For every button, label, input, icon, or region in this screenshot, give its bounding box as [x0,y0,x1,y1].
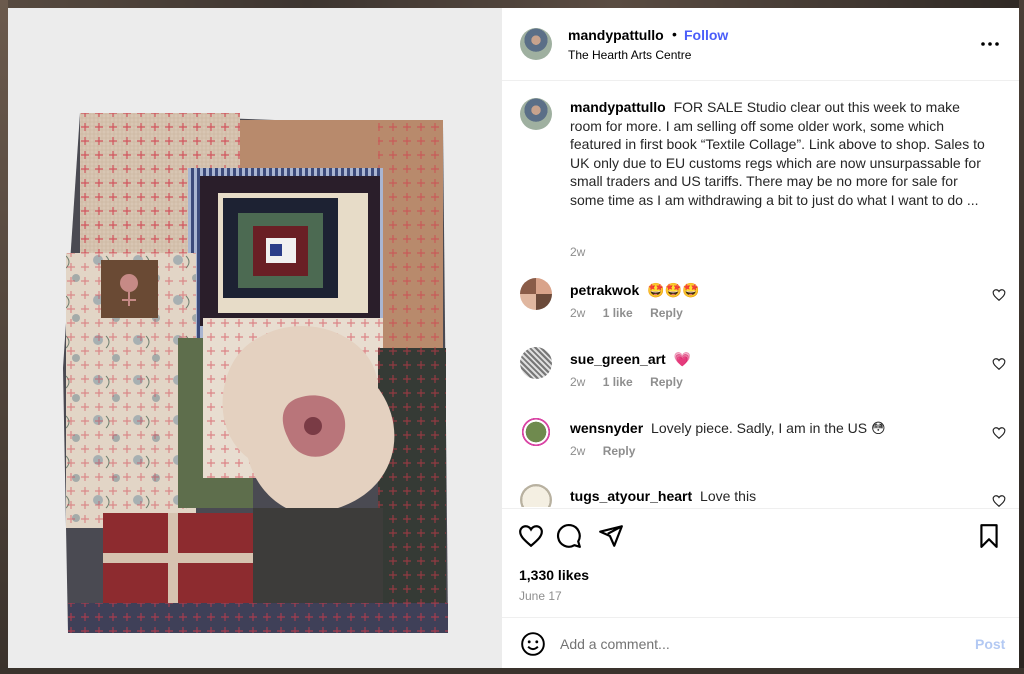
comment-line: petrakwok 🤩🤩🤩 [570,282,699,299]
comment-like-icon[interactable] [992,494,1006,507]
commenter-avatar[interactable] [520,484,552,507]
post-image[interactable] [8,8,502,668]
post-date[interactable]: June 17 [519,589,562,603]
commenter-username[interactable]: sue_green_art [570,351,666,367]
commenter-avatar[interactable] [520,347,552,379]
follow-button[interactable]: Follow [684,27,728,43]
emoji-icon[interactable] [520,631,546,657]
comment-line: sue_green_art 💗 [570,351,691,368]
comment-text: 💗 [673,351,692,367]
post-actions: 1,330 likes June 17 Post [502,508,1019,668]
comment-text: Love this [700,488,757,504]
comment-like-icon[interactable] [992,288,1006,302]
background-left [0,0,8,674]
comment-timestamp[interactable]: 2w [570,375,585,389]
commenter-avatar[interactable] [520,278,552,310]
comment-likes-count[interactable]: 1 like [603,375,633,389]
comment-like-icon[interactable] [992,426,1006,440]
comments-list[interactable]: mandypattullo FOR SALE Studio clear out … [502,82,1019,507]
reply-button[interactable]: Reply [650,375,683,389]
caption-avatar[interactable] [520,98,552,130]
comment-like-icon[interactable] [992,357,1006,371]
post-details-panel: mandypattullo • Follow The Hearth Arts C… [502,8,1019,668]
reply-button[interactable]: Reply [603,444,636,458]
caption-text: FOR SALE Studio clear out this week to m… [570,99,985,208]
likes-count[interactable]: 1,330 likes [519,567,589,583]
save-bookmark-icon[interactable] [976,523,1002,549]
comment-input[interactable] [560,630,940,658]
comment-text: 🤩🤩🤩 [647,282,700,298]
comment-timestamp[interactable]: 2w [570,306,585,320]
post-location[interactable]: The Hearth Arts Centre [568,48,691,62]
comment-timestamp[interactable]: 2w [570,444,585,458]
caption-username[interactable]: mandypattullo [570,99,666,115]
post-modal: mandypattullo • Follow The Hearth Arts C… [8,8,1019,668]
author-username[interactable]: mandypattullo [568,27,664,43]
background-top [0,0,1024,8]
share-send-icon[interactable] [598,523,624,549]
commenter-username[interactable]: tugs_atyour_heart [570,488,692,504]
comment-meta: 2w 1 like Reply [570,375,697,389]
comment-item: tugs_atyour_heart Love this [502,484,1019,507]
background-right [1019,0,1024,674]
comment-line: tugs_atyour_heart Love this [570,488,756,504]
comment-meta: 2w 1 like Reply [570,306,697,320]
comment-meta: 2w Reply [570,444,649,458]
more-options-icon[interactable] [980,36,1000,52]
commenter-username[interactable]: petrakwok [570,282,639,298]
post-header: mandypattullo • Follow The Hearth Arts C… [502,8,1019,81]
post-comment-button[interactable]: Post [975,636,1005,652]
comment-item: wensnyder Lovely piece. Sadly, I am in t… [502,416,1019,476]
comment-bubble-icon[interactable] [556,523,582,549]
separator-dot: • [672,26,677,42]
comment-line: wensnyder Lovely piece. Sadly, I am in t… [570,420,886,437]
caption-body: mandypattullo FOR SALE Studio clear out … [570,98,990,209]
commenter-username[interactable]: wensnyder [570,420,643,436]
comment-likes-count[interactable]: 1 like [603,306,633,320]
author-avatar[interactable] [520,28,552,60]
background-bottom [0,668,1024,674]
reply-button[interactable]: Reply [650,306,683,320]
comment-item: petrakwok 🤩🤩🤩 2w 1 like Reply [502,278,1019,338]
commenter-avatar[interactable] [520,416,552,448]
textile-collage-image [8,8,502,668]
like-heart-icon[interactable] [518,523,544,549]
caption-timestamp[interactable]: 2w [570,245,585,259]
add-comment-bar: Post [502,617,1019,668]
comment-item: sue_green_art 💗 2w 1 like Reply [502,347,1019,407]
comment-text: Lovely piece. Sadly, I am in the US 😳 [651,420,886,436]
